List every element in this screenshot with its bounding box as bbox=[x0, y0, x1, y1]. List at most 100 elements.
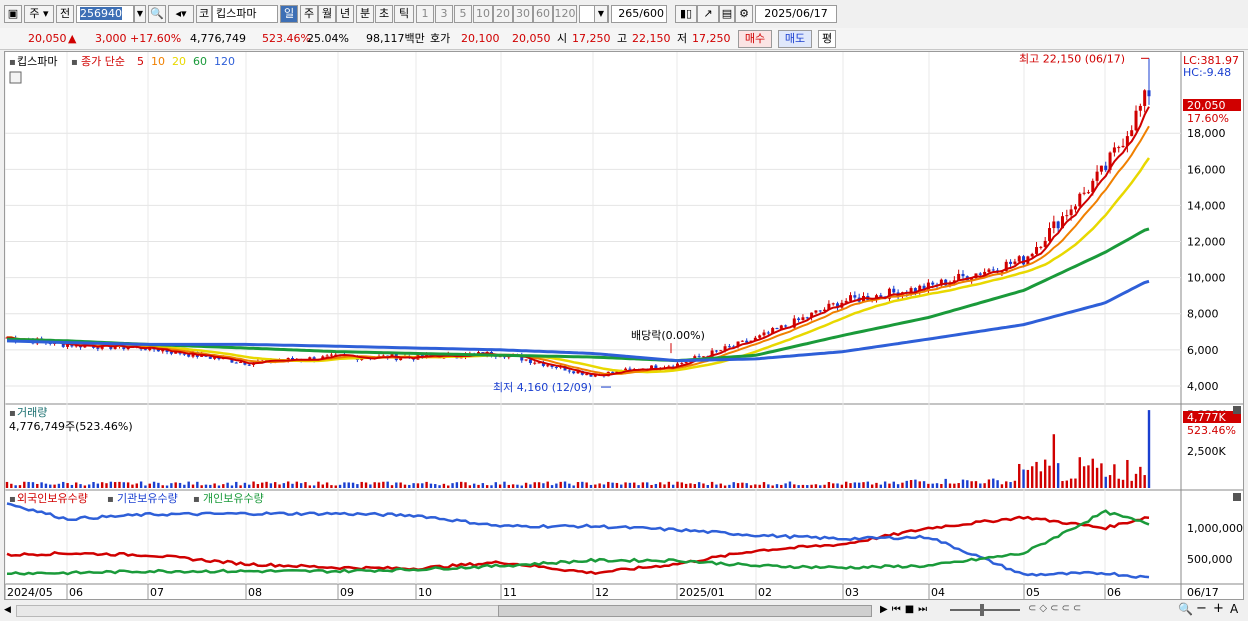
month-label: 03 bbox=[845, 586, 859, 599]
volume-bar bbox=[57, 483, 61, 488]
code-dropdown-icon[interactable]: ▼ bbox=[134, 5, 146, 23]
draw-tool-icon[interactable]: ↗ bbox=[697, 5, 719, 23]
zoom-slider-handle[interactable] bbox=[980, 604, 984, 616]
period-week-button[interactable]: 주 bbox=[300, 5, 318, 23]
candle-type-icon[interactable]: ▮▯ bbox=[675, 5, 697, 23]
volume-bar bbox=[18, 485, 22, 488]
zoom-out-button[interactable]: − bbox=[1196, 601, 1207, 616]
x-axis-end-label: 06/17 bbox=[1187, 586, 1219, 599]
volume-bar bbox=[126, 482, 130, 488]
volume-bar bbox=[100, 482, 104, 488]
grid-toggle-icon[interactable] bbox=[9, 71, 22, 84]
n-option-5[interactable]: 5 bbox=[454, 5, 472, 23]
buy-button[interactable]: 매수 bbox=[738, 30, 772, 48]
period-month-button[interactable]: 월 bbox=[318, 5, 336, 23]
scroll-thumb[interactable] bbox=[498, 605, 872, 617]
volume-bar bbox=[360, 481, 363, 488]
candle-body bbox=[1069, 209, 1073, 216]
period-second-button[interactable]: 초 bbox=[375, 5, 393, 23]
volume-bar bbox=[667, 481, 671, 488]
period-day-button[interactable]: 일 bbox=[280, 5, 298, 23]
candle-body bbox=[1013, 261, 1017, 264]
scroll-right-icon[interactable]: ▶ bbox=[880, 604, 892, 615]
count-total: /600 bbox=[639, 7, 664, 20]
speaker-icon[interactable]: ◂▾ bbox=[168, 5, 194, 23]
n-option-120[interactable]: 120 bbox=[553, 5, 577, 23]
eval-button[interactable]: 평 bbox=[818, 30, 836, 48]
stock-name-field[interactable]: 킵스파마 bbox=[212, 5, 278, 23]
first-page-icon[interactable]: ⏮ bbox=[892, 604, 905, 615]
scroll-track[interactable] bbox=[16, 605, 500, 617]
candle-body bbox=[762, 332, 766, 336]
month-label: 05 bbox=[1026, 586, 1040, 599]
zoom-in-button[interactable]: + bbox=[1213, 601, 1224, 616]
volume-bar bbox=[191, 484, 195, 488]
month-label: 2025/01 bbox=[679, 586, 725, 599]
n-option-60[interactable]: 60 bbox=[533, 5, 553, 23]
n-option-20[interactable]: 20 bbox=[493, 5, 513, 23]
hc-label: HC:-9.48 bbox=[1183, 66, 1231, 79]
month-label: 12 bbox=[595, 586, 609, 599]
high-price: 22,150 bbox=[632, 32, 671, 45]
n-option-3[interactable]: 3 bbox=[435, 5, 453, 23]
volume-bar bbox=[62, 481, 65, 488]
volume-bar bbox=[1139, 466, 1142, 488]
chart-settings-icon[interactable]: ▣ bbox=[4, 5, 22, 23]
volume-bar bbox=[217, 485, 221, 488]
legend-ma-10: 10 bbox=[151, 55, 165, 68]
volume-bar bbox=[382, 481, 385, 488]
drawing-tools[interactable]: ⊂◇⊂⊂⊂ bbox=[1028, 603, 1084, 614]
ask-price-2: 20,050 bbox=[512, 32, 551, 45]
chart-area[interactable]: 최고 22,150 (06/17) 최저 4,160 (12/09) 배당락(0.0… bbox=[4, 51, 1244, 600]
stop-icon[interactable]: ■ bbox=[905, 604, 918, 615]
candle-body bbox=[1121, 145, 1125, 148]
volume-bar bbox=[498, 484, 502, 488]
magnifier-icon[interactable]: 🔍 bbox=[1178, 602, 1193, 616]
date-input[interactable]: 2025/06/17 bbox=[755, 5, 837, 23]
count-field[interactable]: 265/600 bbox=[611, 5, 667, 23]
volume-ratio: 523.46% bbox=[262, 32, 311, 45]
holding-lines bbox=[6, 502, 1150, 579]
period-tick-button[interactable]: 틱 bbox=[394, 5, 414, 23]
last-page-icon[interactable]: ⏭ bbox=[918, 604, 931, 615]
volume-panel-close-icon[interactable] bbox=[1233, 406, 1241, 414]
volume-bar bbox=[628, 482, 632, 488]
scroll-left-icon[interactable]: ◀ bbox=[4, 603, 14, 617]
n-option-10[interactable]: 10 bbox=[473, 5, 493, 23]
volume-bar bbox=[641, 482, 645, 488]
candle-body bbox=[1138, 105, 1142, 111]
volume-bar bbox=[1022, 469, 1025, 488]
period-minute-button[interactable]: 분 bbox=[356, 5, 374, 23]
stock-code-input[interactable]: 256940 bbox=[76, 5, 134, 23]
auto-scale-button[interactable]: A bbox=[1230, 602, 1238, 616]
volume-bar bbox=[248, 484, 251, 488]
n-option-1[interactable]: 1 bbox=[416, 5, 434, 23]
volume-bar bbox=[1018, 463, 1021, 488]
volume-bar bbox=[529, 484, 532, 488]
volume-bar bbox=[1117, 478, 1120, 488]
volume-bar bbox=[455, 482, 459, 488]
volume-bar bbox=[1000, 484, 1004, 488]
sell-button[interactable]: 매도 bbox=[778, 30, 812, 48]
volume-bar bbox=[31, 482, 35, 488]
volume-bar bbox=[719, 483, 722, 488]
holding-panel-close-icon[interactable] bbox=[1233, 493, 1241, 501]
period-year-button[interactable]: 년 bbox=[336, 5, 354, 23]
gear-icon[interactable]: ⚙ bbox=[735, 5, 753, 23]
volume-bar bbox=[161, 485, 164, 488]
volume-bar bbox=[442, 483, 446, 488]
zoom-slider[interactable] bbox=[950, 609, 1020, 611]
market-select[interactable]: 전 bbox=[56, 5, 74, 23]
search-icon[interactable]: 🔍 bbox=[148, 5, 166, 23]
volume-last-label: 4,777K bbox=[1187, 411, 1226, 424]
n-option-30[interactable]: 30 bbox=[513, 5, 533, 23]
playback-controls[interactable]: ▶⏮■⏭ bbox=[880, 603, 931, 617]
candle-body bbox=[892, 288, 896, 293]
volume-bar bbox=[624, 482, 627, 488]
custom-n-dropdown-icon[interactable]: ▼ bbox=[594, 5, 608, 23]
mode-select[interactable]: 주 ▾ bbox=[24, 5, 54, 23]
volume-bar bbox=[585, 482, 588, 488]
volume-bar bbox=[472, 483, 476, 488]
volume-bar bbox=[490, 485, 493, 488]
save-icon[interactable]: ▤ bbox=[719, 5, 735, 23]
